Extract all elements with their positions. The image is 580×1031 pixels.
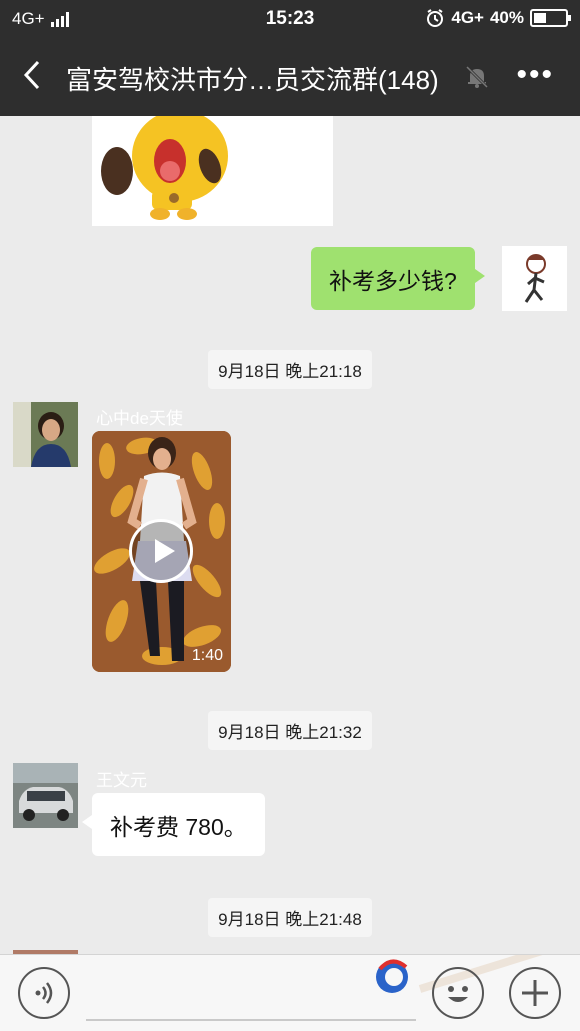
- sticker-image[interactable]: [92, 116, 333, 226]
- message-list[interactable]: 补考多少钱? 9月18日 晚上21:18 心中de天使 1:40 9月18日 晚…: [0, 116, 580, 954]
- mute-bell-icon: [465, 65, 489, 89]
- outgoing-message-text: 补考多少钱?: [329, 267, 457, 294]
- more-icon[interactable]: •••: [516, 60, 554, 90]
- alarm-icon: [427, 9, 444, 27]
- add-icon[interactable]: [509, 967, 561, 1019]
- my-avatar[interactable]: [502, 246, 567, 311]
- emoji-icon[interactable]: [432, 967, 484, 1019]
- sender-avatar[interactable]: [13, 763, 78, 828]
- sender-name: 心中de天使: [96, 409, 183, 428]
- status-bar: 4G+ 15:23 4G+ 40%: [0, 0, 580, 38]
- input-bar: [0, 954, 580, 1031]
- message-input[interactable]: [86, 1019, 416, 1021]
- timestamp: 9月18日 晚上21:18: [208, 350, 372, 389]
- chat-header: 富安驾校洪市分…员交流群(148) •••: [0, 38, 580, 116]
- group-title: 富安驾校洪市分…员交流群(148): [66, 65, 439, 95]
- video-message[interactable]: 1:40: [92, 431, 231, 672]
- back-arrow-icon[interactable]: [20, 58, 56, 96]
- sender-name: 王文元: [96, 771, 147, 790]
- battery-percent: 40%: [489, 8, 524, 27]
- video-duration: 1:40: [191, 647, 223, 664]
- timestamp: 9月18日 晚上21:48: [208, 898, 372, 937]
- incoming-message-bubble[interactable]: 补考费 780。: [82, 793, 265, 856]
- timestamp: 9月18日 晚上21:32: [208, 711, 372, 750]
- voice-icon[interactable]: [18, 967, 70, 1019]
- sender-avatar[interactable]: [13, 402, 78, 467]
- battery-icon: [530, 9, 571, 27]
- play-icon[interactable]: [129, 519, 193, 583]
- outgoing-message-bubble[interactable]: 补考多少钱?: [311, 247, 485, 310]
- network-indicator-right: 4G+: [451, 8, 484, 27]
- incoming-message-text: 补考费 780。: [110, 813, 247, 840]
